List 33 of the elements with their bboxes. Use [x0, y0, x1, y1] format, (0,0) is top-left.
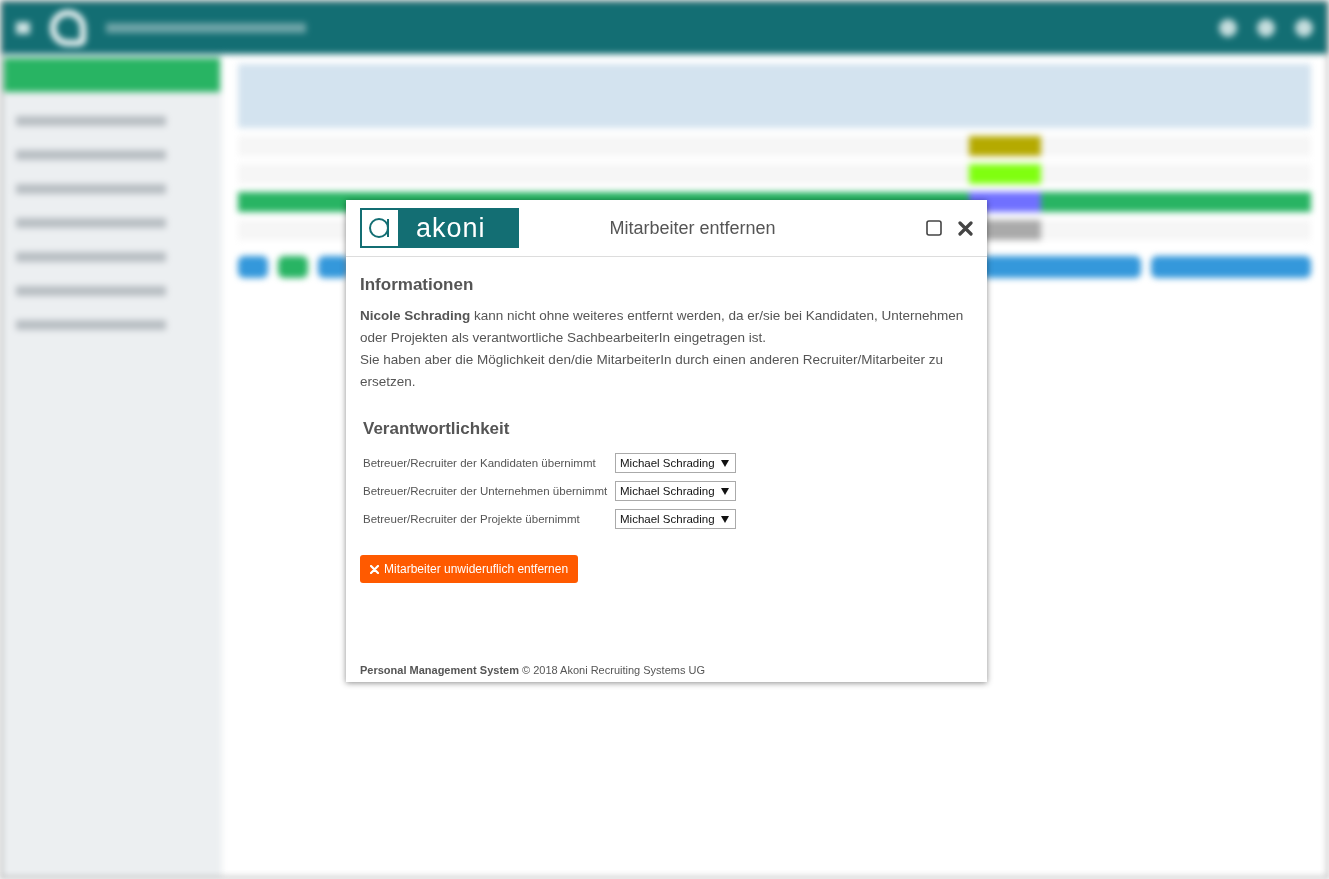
dialog-title: Mitarbeiter entfernen	[608, 217, 777, 239]
sidebar-item[interactable]	[16, 320, 166, 330]
sidebar-item[interactable]	[16, 150, 166, 160]
caret-icon	[720, 459, 729, 467]
logo-icon	[50, 10, 86, 46]
caret-icon	[720, 515, 729, 523]
sidebar-item[interactable]	[16, 252, 166, 262]
field-label: Betreuer/Recruiter der Projekte übernimmt	[363, 513, 581, 525]
section-heading: Verantwortlichkeit	[363, 419, 511, 439]
recruiter-select[interactable]: Michael Schrading	[615, 481, 736, 501]
table-button[interactable]	[318, 256, 348, 278]
footer-text: Personal Management System © 2018 Akoni Recruiting Systems UG	[359, 664, 706, 678]
sidebar-item[interactable]	[16, 184, 166, 194]
recruiter-select[interactable]: Michael Schrading	[615, 509, 736, 529]
recruiter-select[interactable]: Michael Schrading	[615, 453, 736, 473]
sidebar-item[interactable]	[16, 218, 166, 228]
close-icon	[370, 564, 379, 574]
info-text: Sie haben aber die Möglichkeit den/die MitarbeiterIn durch einen anderen Recruiter/Mitarbeiter zu ersetzen.	[360, 351, 945, 391]
sidebar-item[interactable]	[16, 286, 166, 296]
close-icon[interactable]	[958, 220, 973, 236]
akoni-logo: akoni	[360, 208, 519, 248]
table-button[interactable]	[1151, 256, 1311, 278]
table-button[interactable]	[278, 256, 308, 278]
field-label: Betreuer/Recruiter der Unternehmen übernimmt	[363, 485, 609, 497]
field-label: Betreuer/Recruiter der Kandidaten übernimmt	[363, 457, 597, 469]
logo-a-icon	[368, 216, 392, 240]
info-text: Nicole Schrading kann nicht ohne weiteres entfernt werden, da er/sie bei Kandidaten, Unternehmen oder Projekten als verantwortliche SachbearbeiterIn eingetragen ist.	[360, 307, 965, 347]
sidebar-item[interactable]	[4, 58, 220, 92]
caret-icon	[720, 487, 729, 495]
section-heading: Informationen	[360, 275, 475, 295]
table-button[interactable]	[238, 256, 268, 278]
sidebar-item[interactable]	[16, 116, 166, 126]
maximize-icon[interactable]	[926, 220, 942, 236]
